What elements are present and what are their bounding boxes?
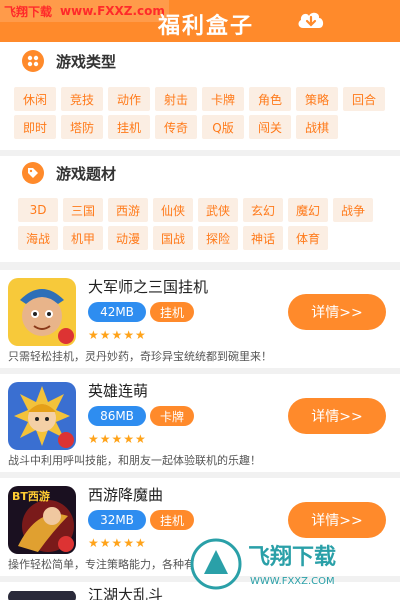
type-tag[interactable]: 回合 <box>343 87 385 111</box>
size-badge: 32MB <box>88 510 146 530</box>
game-thumbnail[interactable] <box>8 278 76 346</box>
theme-tag[interactable]: 体育 <box>288 226 328 250</box>
game-type-tags: 休闲 竞技 动作 射击 卡牌 角色 策略 回合 即时 塔防 挂机 传奇 Q版 闯… <box>14 87 392 139</box>
watermark-top: 飞翔下载 www.FXXZ.com <box>0 0 169 22</box>
size-badge: 86MB <box>88 406 146 426</box>
game-theme-header: 游戏题材 <box>22 162 116 184</box>
game-description: 只需轻松挂机，灵丹妙药，奇珍异宝统统都到碗里来！ <box>8 350 272 363</box>
type-tag[interactable]: 挂机 <box>108 115 150 139</box>
category-badge: 卡牌 <box>150 406 194 426</box>
watermark-name: 飞翔下载 <box>248 544 336 570</box>
star-rating: ★★★★★ <box>88 328 147 342</box>
tag-icon <box>22 162 44 184</box>
theme-tag[interactable]: 3D <box>18 198 58 222</box>
app-title: 福利盒子 <box>158 14 255 39</box>
type-tag[interactable]: 即时 <box>14 115 56 139</box>
game-name: 英雄连萌 <box>88 382 149 400</box>
grid-icon <box>22 50 44 72</box>
theme-tag[interactable]: 战争 <box>333 198 373 222</box>
game-thumbnail[interactable]: BT西游 <box>8 486 76 554</box>
game-description: 操作轻松简单，专注策略能力，各种有 <box>8 558 195 571</box>
category-badge: 挂机 <box>150 302 194 322</box>
game-card[interactable]: 英雄连萌 86MB 卡牌 ★★★★★ 详情>> 战斗中利用呼叫技能，和朋友一起体… <box>0 374 400 472</box>
type-tag[interactable]: 传奇 <box>155 115 197 139</box>
game-type-header: 游戏类型 <box>22 50 116 72</box>
theme-tag[interactable]: 动漫 <box>108 226 148 250</box>
type-tag[interactable]: 战棋 <box>296 115 338 139</box>
watermark-site-name: 飞翔下载 <box>4 4 53 19</box>
game-theme-panel: 游戏题材 3D 三国 西游 仙侠 武侠 玄幻 魔幻 战争 海战 机甲 动漫 国战… <box>0 156 400 262</box>
type-tag[interactable]: 闯关 <box>249 115 291 139</box>
watermark-url: www.FXXZ.com <box>60 4 165 18</box>
type-tag[interactable]: 角色 <box>249 87 291 111</box>
section-title: 游戏类型 <box>56 52 117 71</box>
star-rating: ★★★★★ <box>88 432 147 446</box>
section-title: 游戏题材 <box>56 164 117 183</box>
game-name: 江湖大乱斗 <box>88 586 164 600</box>
game-thumb-label: BT西游 <box>12 489 50 503</box>
type-tag[interactable]: 射击 <box>155 87 197 111</box>
category-badge: 挂机 <box>150 510 194 530</box>
theme-tag[interactable]: 三国 <box>63 198 103 222</box>
theme-tag[interactable]: 武侠 <box>198 198 238 222</box>
type-tag[interactable]: 策略 <box>296 87 338 111</box>
theme-tag[interactable]: 西游 <box>108 198 148 222</box>
type-tag[interactable]: 卡牌 <box>202 87 244 111</box>
theme-tag[interactable]: 机甲 <box>63 226 103 250</box>
type-tag[interactable]: 塔防 <box>61 115 103 139</box>
theme-tag[interactable]: 仙侠 <box>153 198 193 222</box>
theme-tag[interactable]: 国战 <box>153 226 193 250</box>
theme-tag[interactable]: 神话 <box>243 226 283 250</box>
type-tag[interactable]: 动作 <box>108 87 150 111</box>
watermark-url: WWW.FXXZ.COM <box>250 576 335 587</box>
theme-tag[interactable]: 海战 <box>18 226 58 250</box>
game-card[interactable]: 大军师之三国挂机 42MB 挂机 ★★★★★ 详情>> 只需轻松挂机，灵丹妙药，… <box>0 270 400 368</box>
game-thumbnail[interactable] <box>8 382 76 450</box>
game-name: 西游降魔曲 <box>88 486 164 504</box>
game-type-panel: 游戏类型 休闲 竞技 动作 射击 卡牌 角色 策略 回合 即时 塔防 挂机 传奇… <box>0 42 400 150</box>
app-header: 飞翔下载 www.FXXZ.com 福利盒子 <box>0 0 400 42</box>
theme-tag[interactable]: 魔幻 <box>288 198 328 222</box>
type-tag[interactable]: Q版 <box>202 115 244 139</box>
cloud-download-icon[interactable] <box>296 8 326 32</box>
game-thumbnail[interactable] <box>8 590 76 600</box>
theme-tag[interactable]: 玄幻 <box>243 198 283 222</box>
game-name: 大军师之三国挂机 <box>88 278 209 296</box>
watermark-logo: 飞翔下载 WWW.FXXZ.COM <box>190 538 336 590</box>
details-button[interactable]: 详情>> <box>288 294 386 330</box>
game-theme-tags: 3D 三国 西游 仙侠 武侠 玄幻 魔幻 战争 海战 机甲 动漫 国战 探险 神… <box>18 198 396 250</box>
star-rating: ★★★★★ <box>88 536 147 550</box>
game-description: 战斗中利用呼叫技能，和朋友一起体验联机的乐趣！ <box>8 454 261 467</box>
size-badge: 42MB <box>88 302 146 322</box>
type-tag[interactable]: 竞技 <box>61 87 103 111</box>
details-button[interactable]: 详情>> <box>288 398 386 434</box>
theme-tag[interactable]: 探险 <box>198 226 238 250</box>
type-tag[interactable]: 休闲 <box>14 87 56 111</box>
